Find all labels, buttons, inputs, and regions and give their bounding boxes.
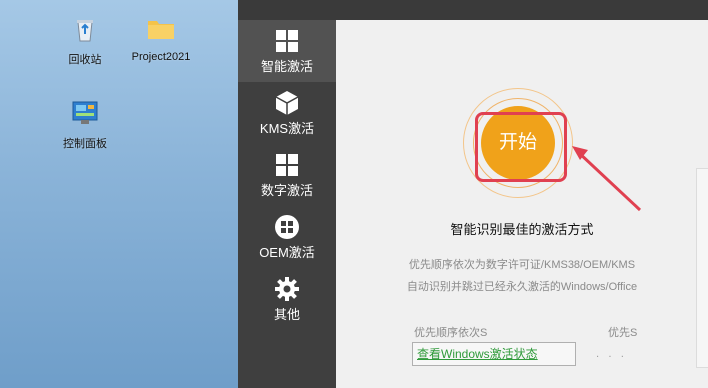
sidebar-item-smart-activation[interactable]: 智能激活 <box>238 20 336 82</box>
grid-icon <box>276 154 298 176</box>
ellipsis-dots: · · · <box>596 352 627 363</box>
desktop-icon-project2021[interactable]: Project2021 <box>126 14 196 63</box>
sidebar-item-label: 其他 <box>273 307 300 322</box>
folder-icon <box>148 21 174 39</box>
sidebar-item-digital-activation[interactable]: 数字激活 <box>238 144 336 206</box>
faded-text-right: 优先S <box>608 327 638 339</box>
sidebar-item-kms-activation[interactable]: KMS激活 <box>238 82 336 144</box>
sidebar-item-label: KMS激活 <box>259 121 315 136</box>
main-content: 开始 智能识别最佳的激活方式 优先顺序依次为数字许可证/KMS38/OEM/KM… <box>336 20 708 388</box>
sidebar-item-label: 智能激活 <box>260 59 313 74</box>
desktop-icon-recycle-bin[interactable]: 回收站 <box>50 14 120 67</box>
sidebar-item-label: 数字激活 <box>260 183 313 198</box>
sidebar: 智能激活 KMS激活 数字激活 OEM激活 其他 <box>238 20 336 388</box>
annotation-highlight-box <box>475 112 567 182</box>
control-panel-icon <box>72 101 98 124</box>
sidebar-item-other[interactable]: 其他 <box>238 268 336 330</box>
sidebar-item-label: OEM激活 <box>259 245 315 260</box>
annotation-arrow-icon <box>572 146 642 212</box>
description-line-1: 优先顺序依次为数字许可证/KMS38/OEM/KMS <box>408 259 636 271</box>
faded-text-left: 优先顺序依次S <box>414 327 488 339</box>
subtitle: 智能识别最佳的激活方式 <box>450 222 594 237</box>
sidebar-item-oem-activation[interactable]: OEM激活 <box>238 206 336 268</box>
desktop: 回收站 Project2021 控制面板 <box>0 0 238 388</box>
cube-icon <box>275 91 299 115</box>
description-line-2: 自动识别并跳过已经永久激活的Windows/Office <box>406 281 638 293</box>
window-titlebar[interactable] <box>238 0 708 20</box>
desktop-icon-control-panel[interactable]: 控制面板 <box>50 98 120 151</box>
recycle-bin-icon <box>77 20 93 42</box>
activation-app-window: 智能激活 KMS激活 数字激活 OEM激活 其他 开始 智能识别最佳的激活方式 … <box>238 0 708 388</box>
desktop-icon-label: Project2021 <box>131 51 191 63</box>
view-activation-status-link[interactable]: 查看Windows激活状态 <box>412 342 576 366</box>
desktop-icon-label: 回收站 <box>68 54 102 66</box>
windows-logo-icon <box>275 215 299 239</box>
windows-icon <box>276 30 298 52</box>
desktop-icon-label: 控制面板 <box>63 138 107 150</box>
gear-icon <box>275 277 299 301</box>
